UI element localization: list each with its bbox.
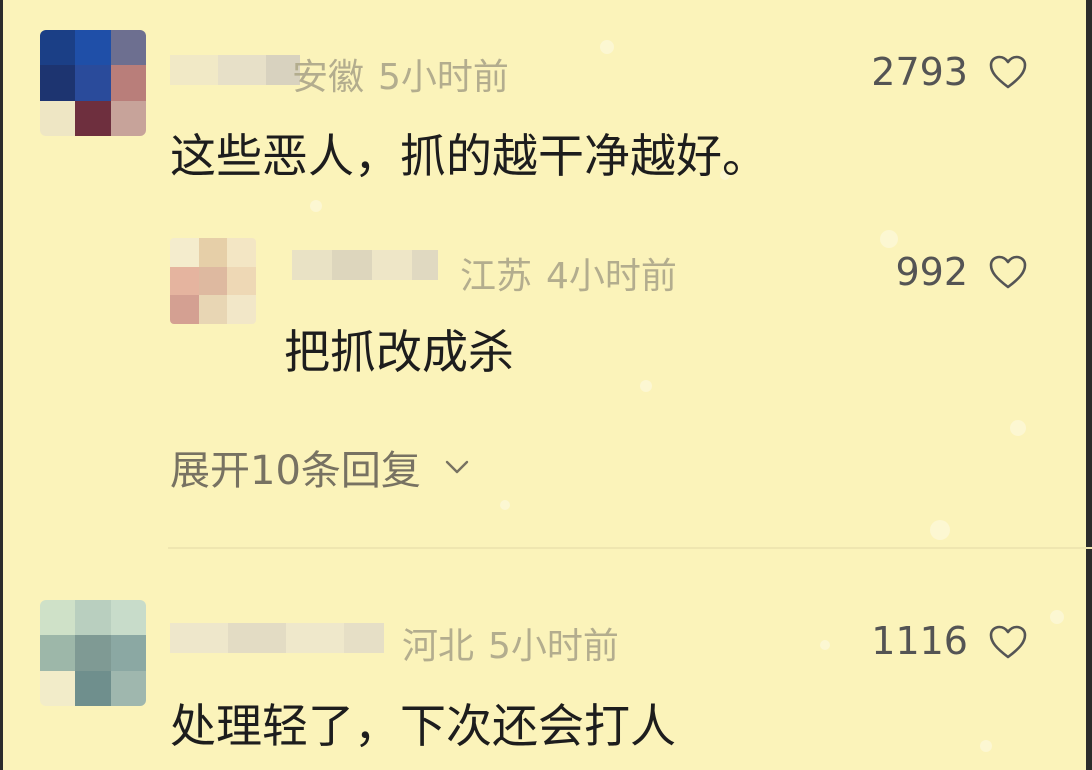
comment-time: 5小时前 — [488, 626, 619, 667]
reply-item: 江苏 4小时前 992 把抓改成杀 — [0, 220, 1092, 390]
username-blurred[interactable] — [292, 250, 438, 280]
comment-time: 5小时前 — [378, 57, 509, 98]
comment-meta: 河北 5小时前 — [402, 617, 619, 669]
heart-outline-icon[interactable] — [988, 54, 1028, 90]
comment-text: 处理轻了，下次还会打人 — [170, 699, 676, 753]
comment-meta: 安徽 5小时前 — [292, 48, 509, 100]
comment-time: 4小时前 — [546, 256, 677, 297]
comment-divider — [168, 547, 1092, 549]
avatar[interactable] — [170, 238, 256, 324]
comment-text: 把抓改成杀 — [284, 325, 514, 379]
like-count: 992 — [895, 250, 968, 294]
username-blurred[interactable] — [170, 55, 300, 85]
avatar[interactable] — [40, 30, 146, 136]
comment-location: 安徽 — [292, 57, 365, 98]
heart-outline-icon[interactable] — [988, 254, 1028, 290]
comment-item: 安徽 5小时前 2793 这些恶人，抓的越干净越好。 — [0, 0, 1092, 200]
comment-meta: 江苏 4小时前 — [460, 247, 677, 299]
chevron-down-icon — [445, 460, 469, 474]
username-blurred[interactable] — [170, 623, 384, 653]
like-count: 1116 — [871, 619, 968, 663]
comment-text: 这些恶人，抓的越干净越好。 — [170, 129, 768, 183]
comment-location: 河北 — [402, 626, 475, 667]
comment-item: 河北 5小时前 1116 处理轻了，下次还会打人 — [0, 590, 1092, 770]
expand-replies-label: 展开10条回复 — [170, 448, 421, 494]
comment-location: 江苏 — [460, 256, 533, 297]
like-count: 2793 — [871, 50, 968, 94]
expand-replies-button[interactable]: 展开10条回复 — [170, 438, 471, 496]
avatar[interactable] — [40, 600, 146, 706]
heart-outline-icon[interactable] — [988, 624, 1028, 660]
